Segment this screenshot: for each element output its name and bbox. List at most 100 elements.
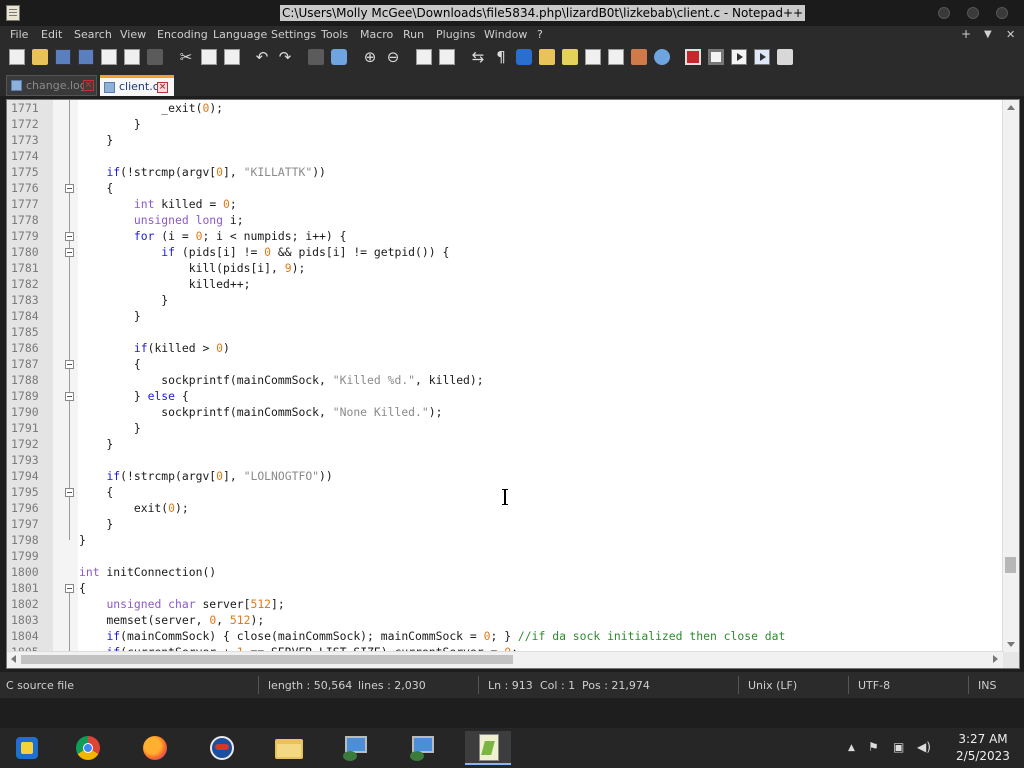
replace-icon[interactable] bbox=[331, 49, 347, 65]
user-defined-language-icon[interactable] bbox=[539, 49, 555, 65]
code-line[interactable]: 1789 } else { bbox=[7, 388, 1004, 404]
save-all-icon[interactable] bbox=[78, 49, 94, 65]
open-file-icon[interactable] bbox=[32, 49, 48, 65]
vertical-scroll-thumb[interactable] bbox=[1005, 557, 1016, 573]
menu-help[interactable]: ? bbox=[537, 28, 543, 41]
code-line[interactable]: 1784 } bbox=[7, 308, 1004, 324]
code-area[interactable]: 1771 _exit(0); 1772 } 1773 } 1774 1775 if(!s… bbox=[7, 100, 1004, 654]
status-eol-format[interactable]: Unix (LF) bbox=[748, 679, 797, 692]
taskbar-app-store[interactable] bbox=[3, 731, 49, 765]
minimize-button[interactable] bbox=[938, 7, 950, 19]
code-line[interactable]: 1803 memset(server, 0, 512); bbox=[7, 612, 1004, 628]
fold-toggle-icon[interactable] bbox=[65, 360, 74, 369]
taskbar-notepad-plus-plus[interactable] bbox=[465, 731, 511, 765]
tab-close-icon[interactable]: × bbox=[157, 82, 168, 93]
code-line[interactable]: 1785 bbox=[7, 324, 1004, 340]
find-icon[interactable] bbox=[308, 49, 324, 65]
maximize-button[interactable] bbox=[967, 7, 979, 19]
stop-recording-icon[interactable] bbox=[708, 49, 724, 65]
vertical-scrollbar[interactable] bbox=[1002, 100, 1019, 654]
code-line[interactable]: 1801 { bbox=[7, 580, 1004, 596]
code-line[interactable]: 1804 if(mainCommSock) { close(mainCommSo… bbox=[7, 628, 1004, 644]
code-line[interactable]: 1787 { bbox=[7, 356, 1004, 372]
code-line[interactable]: 1802 unsigned char server[512]; bbox=[7, 596, 1004, 612]
code-line[interactable]: 1778 unsigned long i; bbox=[7, 212, 1004, 228]
code-line[interactable]: 1779 for (i = 0; i < numpids; i++) { bbox=[7, 228, 1004, 244]
sync-vertical-icon[interactable] bbox=[416, 49, 432, 65]
close-file-icon[interactable] bbox=[101, 49, 117, 65]
code-line[interactable]: 1783 } bbox=[7, 292, 1004, 308]
taskbar-file-explorer[interactable] bbox=[265, 731, 311, 765]
undo-icon[interactable]: ↶ bbox=[254, 49, 270, 65]
fold-toggle-icon[interactable] bbox=[65, 184, 74, 193]
document-map-icon[interactable] bbox=[562, 49, 578, 65]
tab-client-c[interactable]: client.c × bbox=[100, 75, 174, 96]
horizontal-scroll-thumb[interactable] bbox=[21, 655, 513, 664]
menu-edit[interactable]: Edit bbox=[41, 28, 62, 41]
code-line[interactable]: 1780 if (pids[i] != 0 && pids[i] != getp… bbox=[7, 244, 1004, 260]
show-all-characters-icon[interactable]: ¶ bbox=[493, 49, 509, 65]
menu-plugins[interactable]: Plugins bbox=[436, 28, 475, 41]
tab-change-log[interactable]: change.log × bbox=[6, 75, 97, 96]
menu-file[interactable]: File bbox=[10, 28, 28, 41]
clock-time[interactable]: 3:27 AM bbox=[953, 732, 1013, 746]
code-line[interactable]: 1774 bbox=[7, 148, 1004, 164]
fold-toggle-icon[interactable] bbox=[65, 488, 74, 497]
code-line[interactable]: 1775 if(!strcmp(argv[0], "KILLATTK")) bbox=[7, 164, 1004, 180]
zoom-out-icon[interactable]: ⊖ bbox=[385, 49, 401, 65]
network-icon[interactable]: ▣ bbox=[893, 740, 904, 754]
document-list-icon[interactable] bbox=[631, 49, 647, 65]
run-macro-multiple-icon[interactable] bbox=[754, 49, 770, 65]
scroll-right-icon[interactable] bbox=[993, 655, 998, 663]
tray-expand-icon[interactable]: ▲ bbox=[848, 743, 855, 753]
clock-date[interactable]: 2/5/2023 bbox=[949, 749, 1017, 763]
indent-guide-icon[interactable] bbox=[516, 49, 532, 65]
fold-toggle-icon[interactable] bbox=[65, 584, 74, 593]
new-file-icon[interactable] bbox=[9, 49, 25, 65]
fold-toggle-icon[interactable] bbox=[65, 392, 74, 401]
taskbar-chrome[interactable] bbox=[64, 731, 110, 765]
code-line[interactable]: 1792 } bbox=[7, 436, 1004, 452]
menu-encoding[interactable]: Encoding bbox=[157, 28, 208, 41]
code-line[interactable]: 1798} bbox=[7, 532, 1004, 548]
status-insert-mode[interactable]: INS bbox=[978, 679, 996, 692]
code-line[interactable]: 1776 { bbox=[7, 180, 1004, 196]
taskbar-globe-app[interactable] bbox=[198, 731, 244, 765]
status-encoding[interactable]: UTF-8 bbox=[858, 679, 890, 692]
tab-close-icon[interactable]: × bbox=[83, 80, 94, 91]
scroll-down-icon[interactable] bbox=[1007, 642, 1015, 647]
paste-icon[interactable] bbox=[224, 49, 240, 65]
scroll-left-icon[interactable] bbox=[11, 655, 16, 663]
code-line[interactable]: 1772 } bbox=[7, 116, 1004, 132]
fold-toggle-icon[interactable] bbox=[65, 248, 74, 257]
tab-list-dropdown-button[interactable]: ▼ bbox=[984, 29, 992, 40]
print-icon[interactable] bbox=[147, 49, 163, 65]
code-line[interactable]: 1800 int initConnection() bbox=[7, 564, 1004, 580]
code-line[interactable]: 1771 _exit(0); bbox=[7, 100, 1004, 116]
menu-run[interactable]: Run bbox=[403, 28, 424, 41]
fold-toggle-icon[interactable] bbox=[65, 232, 74, 241]
close-document-button[interactable]: ✕ bbox=[1006, 28, 1015, 41]
taskbar-firefox[interactable] bbox=[131, 731, 177, 765]
playback-icon[interactable] bbox=[731, 49, 747, 65]
volume-icon[interactable]: ◀) bbox=[917, 740, 931, 754]
menu-window[interactable]: Window bbox=[484, 28, 527, 41]
save-icon[interactable] bbox=[55, 49, 71, 65]
menu-macro[interactable]: Macro bbox=[360, 28, 393, 41]
code-line[interactable]: 1782 killed++; bbox=[7, 276, 1004, 292]
monitoring-icon[interactable] bbox=[654, 49, 670, 65]
word-wrap-icon[interactable]: ⇆ bbox=[470, 49, 486, 65]
menu-settings[interactable]: Settings bbox=[271, 28, 316, 41]
code-line[interactable]: 1788 sockprintf(mainCommSock, "Killed %d… bbox=[7, 372, 1004, 388]
code-line[interactable]: 1791 } bbox=[7, 420, 1004, 436]
cut-icon[interactable]: ✂ bbox=[178, 49, 194, 65]
taskbar-computer-1[interactable] bbox=[332, 731, 378, 765]
scroll-up-icon[interactable] bbox=[1007, 105, 1015, 110]
notepad-plus-plus-icon[interactable] bbox=[6, 5, 20, 21]
copy-icon[interactable] bbox=[201, 49, 217, 65]
folder-as-workspace-icon[interactable] bbox=[608, 49, 624, 65]
menu-search[interactable]: Search bbox=[74, 28, 112, 41]
menu-tools[interactable]: Tools bbox=[321, 28, 348, 41]
sync-horizontal-icon[interactable] bbox=[439, 49, 455, 65]
zoom-in-icon[interactable]: ⊕ bbox=[362, 49, 378, 65]
